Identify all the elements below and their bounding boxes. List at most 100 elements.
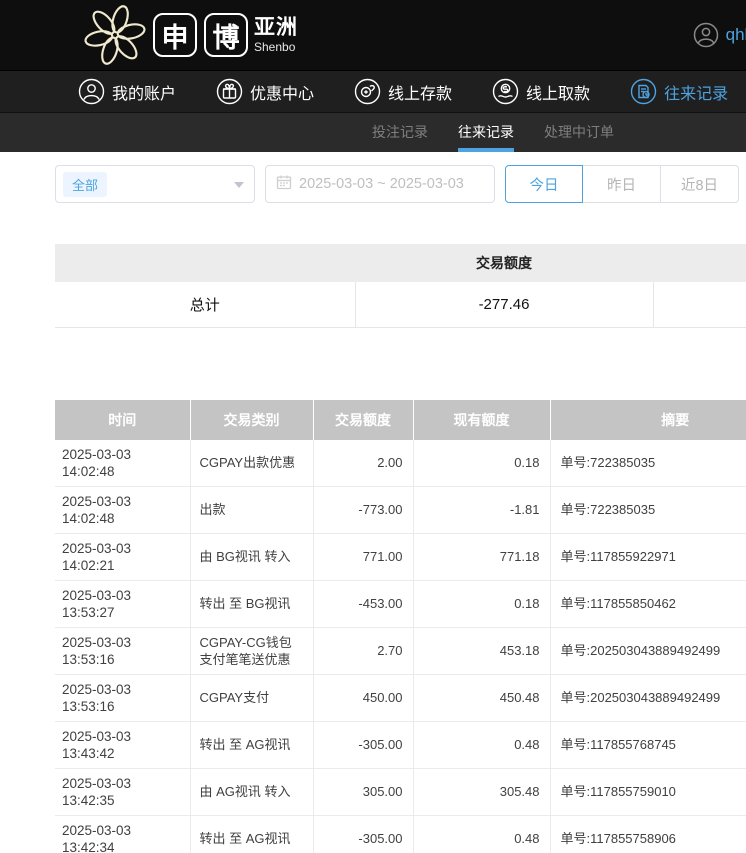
column-header-memo: 摘要: [550, 400, 746, 440]
nav-label: 线上存款: [388, 80, 452, 104]
cell-memo: 单号:117855758906: [550, 815, 746, 853]
table-row: 2025-03-03 13:53:27转出 至 BG视讯-453.000.18单…: [55, 580, 746, 627]
main-nav: 我的账户 优惠中心 线上存款: [0, 70, 746, 112]
cell-time: 2025-03-03 13:53:16: [55, 674, 190, 721]
cell-amount: 2.00: [313, 440, 413, 487]
type-filter-selected-chip[interactable]: 全部: [63, 172, 107, 197]
cell-memo: 单号:722385035: [550, 440, 746, 487]
user-avatar-icon: [693, 22, 719, 48]
cell-time: 2025-03-03 13:53:27: [55, 580, 190, 627]
date-range-input[interactable]: 2025-03-03 ~ 2025-03-03: [265, 165, 495, 203]
cell-time: 2025-03-03 14:02:48: [55, 440, 190, 487]
calendar-icon: [276, 174, 292, 195]
cell-type: CGPAY-CG钱包支付笔笔送优惠: [190, 627, 313, 674]
user-account-area[interactable]: qhh: [693, 0, 746, 70]
cell-amount: 771.00: [313, 533, 413, 580]
table-row: 2025-03-03 14:02:48出款-773.00-1.81单号:7223…: [55, 486, 746, 533]
nav-item-promotions[interactable]: 优惠中心: [216, 78, 314, 105]
nav-label: 优惠中心: [250, 80, 314, 104]
cell-time: 2025-03-03 13:42:34: [55, 815, 190, 853]
record-tabs: 投注记录 往来记录 处理中订单: [0, 112, 746, 152]
cell-balance: 0.48: [413, 721, 550, 768]
table-row: 2025-03-03 13:42:34转出 至 AG视讯-305.000.48单…: [55, 815, 746, 853]
cell-time: 2025-03-03 14:02:21: [55, 533, 190, 580]
top-header: 申 博 亚洲 Shenbo qhh: [0, 0, 746, 70]
summary-header-amount: 交易额度: [355, 244, 653, 282]
cell-type: 转出 至 BG视讯: [190, 580, 313, 627]
cell-memo: 单号:202503043889492499: [550, 627, 746, 674]
cell-memo: 单号:117855850462: [550, 580, 746, 627]
logo-region-text: 亚洲: [254, 17, 298, 38]
transactions-table: 时间 交易类别 交易额度 现有额度 摘要 2025-03-03 14:02:48…: [55, 400, 746, 853]
nav-label: 往来记录: [664, 80, 728, 104]
summary-header-empty2: [653, 244, 746, 282]
summary-header-empty: [55, 244, 355, 282]
brand-logo[interactable]: 申 博 亚洲 Shenbo: [84, 4, 298, 66]
date-range-value: 2025-03-03 ~ 2025-03-03: [299, 176, 464, 192]
nav-item-deposit[interactable]: 线上存款: [354, 78, 452, 105]
cell-amount: -305.00: [313, 721, 413, 768]
cell-time: 2025-03-03 13:43:42: [55, 721, 190, 768]
summary-total-label: 总计: [55, 282, 355, 327]
table-header-row: 时间 交易类别 交易额度 现有额度 摘要: [55, 400, 746, 440]
cell-balance: -1.81: [413, 486, 550, 533]
cell-amount: 305.00: [313, 768, 413, 815]
cell-balance: 0.18: [413, 580, 550, 627]
cell-amount: -305.00: [313, 815, 413, 853]
quick-date-buttons: 今日 昨日 近8日: [505, 165, 739, 203]
table-row: 2025-03-03 13:42:35由 AG视讯 转入305.00305.48…: [55, 768, 746, 815]
tab-betting-records[interactable]: 投注记录: [372, 113, 428, 152]
summary-total-row: 总计 -277.46: [55, 282, 746, 327]
summary-total-extra: [653, 282, 746, 327]
nav-label: 线上取款: [526, 80, 590, 104]
table-row: 2025-03-03 13:43:42转出 至 AG视讯-305.000.48单…: [55, 721, 746, 768]
cell-balance: 771.18: [413, 533, 550, 580]
type-filter-select[interactable]: 全部: [55, 165, 255, 203]
cell-balance: 0.48: [413, 815, 550, 853]
cell-memo: 单号:117855922971: [550, 533, 746, 580]
filter-bar: 全部 2025-03-03 ~ 2025-03-03 今日 昨日 近8日: [55, 165, 746, 203]
cell-type: 转出 至 AG视讯: [190, 815, 313, 853]
cell-type: 出款: [190, 486, 313, 533]
chevron-down-icon: [234, 182, 244, 188]
cell-memo: 单号:722385035: [550, 486, 746, 533]
nav-item-withdraw[interactable]: 线上取款: [492, 78, 590, 105]
logo-subtitle: Shenbo: [254, 41, 298, 53]
table-row: 2025-03-03 14:02:48CGPAY出款优惠2.000.18单号:7…: [55, 440, 746, 487]
cell-time: 2025-03-03 13:42:35: [55, 768, 190, 815]
cell-amount: -773.00: [313, 486, 413, 533]
summary-header-row: 交易额度: [55, 244, 746, 282]
deposit-icon: [354, 78, 381, 105]
cell-memo: 单号:202503043889492499: [550, 674, 746, 721]
nav-label: 我的账户: [112, 80, 176, 104]
records-icon: [630, 78, 657, 105]
cell-balance: 0.18: [413, 440, 550, 487]
nav-item-transaction-records[interactable]: 往来记录: [630, 78, 728, 105]
today-button[interactable]: 今日: [505, 165, 583, 203]
tab-processing-orders[interactable]: 处理中订单: [544, 113, 614, 152]
table-row: 2025-03-03 14:02:21由 BG视讯 转入771.00771.18…: [55, 533, 746, 580]
tab-transaction-records[interactable]: 往来记录: [458, 113, 514, 152]
gift-icon: [216, 78, 243, 105]
cell-type: 由 BG视讯 转入: [190, 533, 313, 580]
logo-char-bo: 博: [204, 13, 248, 57]
cell-memo: 单号:117855759010: [550, 768, 746, 815]
yesterday-button[interactable]: 昨日: [583, 165, 661, 203]
table-row: 2025-03-03 13:53:16CGPAY支付450.00450.48单号…: [55, 674, 746, 721]
nav-item-my-account[interactable]: 我的账户: [78, 78, 176, 105]
cell-balance: 305.48: [413, 768, 550, 815]
cell-time: 2025-03-03 14:02:48: [55, 486, 190, 533]
column-header-time: 时间: [55, 400, 190, 440]
cell-amount: 450.00: [313, 674, 413, 721]
column-header-amount: 交易额度: [313, 400, 413, 440]
cell-type: CGPAY出款优惠: [190, 440, 313, 487]
cell-balance: 453.18: [413, 627, 550, 674]
summary-total-value: -277.46: [355, 282, 653, 327]
column-header-balance: 现有额度: [413, 400, 550, 440]
username-text[interactable]: qhh: [726, 25, 746, 45]
cell-memo: 单号:117855768745: [550, 721, 746, 768]
logo-char-shen: 申: [153, 13, 197, 57]
last-8-days-button[interactable]: 近8日: [661, 165, 739, 203]
cell-type: 转出 至 AG视讯: [190, 721, 313, 768]
cell-amount: -453.00: [313, 580, 413, 627]
